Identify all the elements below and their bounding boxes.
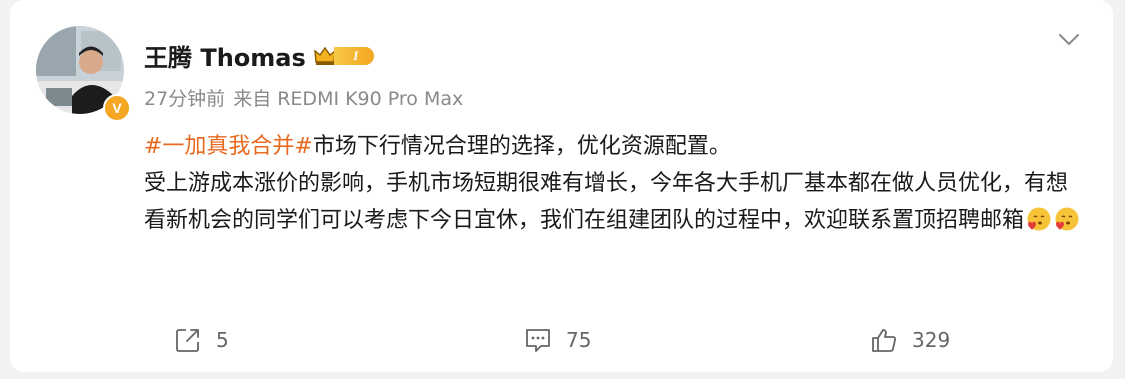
post-content: #一加真我合并#市场下行情况合理的选择，优化资源配置。 受上游成本涨价的影响，手…: [144, 128, 1084, 239]
share-button[interactable]: 5: [174, 326, 229, 354]
level-badge[interactable]: I: [313, 46, 374, 66]
post-text-1: 市场下行情况合理的选择，优化资源配置。: [312, 134, 731, 159]
post-text-2: 受上游成本涨价的影响，手机市场短期很难有增长，今年各大手机厂基本都在做人员优化，…: [144, 171, 1069, 233]
action-bar: 5 75 329: [10, 326, 1113, 356]
post-meta: 27分钟前 来自 REDMI K90 Pro Max: [144, 84, 463, 111]
weibo-post-card: V 王腾 Thomas I 27分钟前 来自 REDMI K90 Pro Max …: [10, 0, 1113, 372]
share-icon: [176, 329, 199, 352]
topic-link[interactable]: #一加真我合并#: [144, 134, 313, 159]
crown-icon: [313, 46, 336, 65]
post-line-1: #一加真我合并#市场下行情况合理的选择，优化资源配置。: [144, 128, 1084, 165]
hearts-face-emoji-icon: [1055, 207, 1079, 231]
author-row: 王腾 Thomas I: [144, 38, 374, 73]
share-count: 5: [216, 328, 229, 352]
comment-button[interactable]: 75: [524, 326, 591, 354]
post-time: 27分钟前: [144, 88, 226, 110]
level-label: I: [333, 46, 374, 65]
hearts-face-emoji-icon: [1027, 207, 1051, 231]
verified-badge-icon: V: [103, 94, 131, 122]
comment-count: 75: [566, 328, 592, 352]
comment-icon: [526, 329, 550, 352]
chevron-down-icon[interactable]: [1058, 32, 1080, 48]
like-button[interactable]: 329: [870, 326, 950, 354]
post-source: 来自 REDMI K90 Pro Max: [233, 88, 464, 110]
post-line-2: 受上游成本涨价的影响，手机市场短期很难有增长，今年各大手机厂基本都在做人员优化，…: [144, 165, 1084, 239]
author-name[interactable]: 王腾 Thomas: [144, 38, 306, 73]
like-count: 329: [912, 328, 951, 352]
thumbs-up-icon: [872, 329, 896, 352]
